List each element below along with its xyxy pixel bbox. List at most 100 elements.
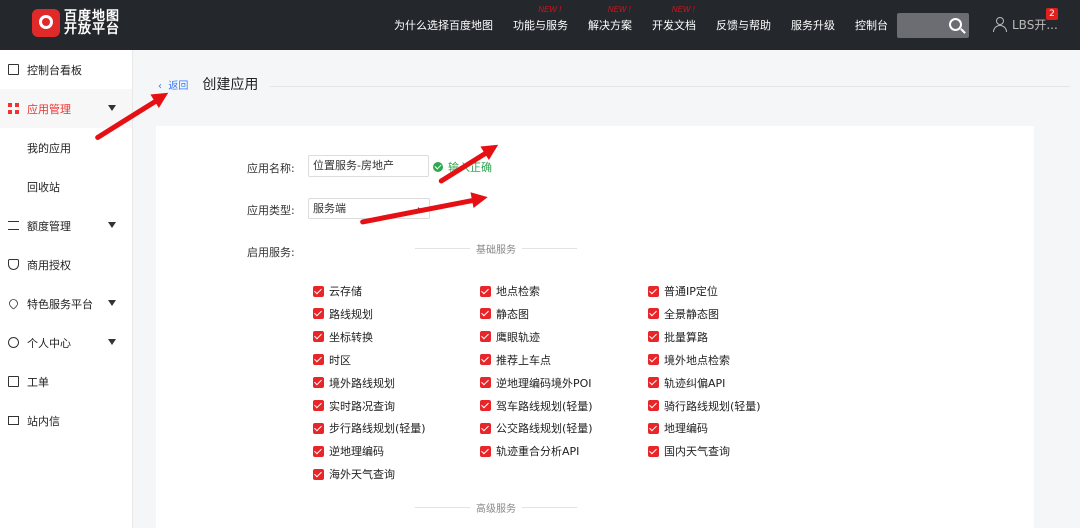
- sidebar: 控制台看板 应用管理 我的应用 回收站 额度管理 商用授权 特色服务平台 个人中…: [0, 50, 133, 528]
- service-checkbox[interactable]: 时区: [313, 352, 351, 368]
- service-label: 轨迹纠偏API: [664, 376, 726, 390]
- checkbox-checked-icon[interactable]: [480, 331, 491, 343]
- caret-down-icon: [108, 300, 116, 306]
- service-checkbox[interactable]: 轨迹重合分析API: [480, 443, 579, 459]
- sidebar-item-commercial-auth[interactable]: 商用授权: [0, 245, 132, 284]
- ticket-icon: [8, 376, 19, 387]
- service-checkbox[interactable]: 地理编码: [648, 420, 708, 436]
- sidebar-item-dashboard[interactable]: 控制台看板: [0, 50, 132, 89]
- checkbox-checked-icon[interactable]: [648, 331, 659, 343]
- service-checkbox[interactable]: 逆地理编码境外POI: [480, 375, 592, 391]
- checkbox-checked-icon[interactable]: [313, 400, 324, 411]
- checkbox-checked-icon[interactable]: [313, 377, 324, 389]
- service-label: 时区: [329, 353, 351, 367]
- caret-down-icon: [108, 339, 116, 345]
- service-checkbox[interactable]: 地点检索: [480, 283, 540, 299]
- sidebar-item-my-apps[interactable]: 我的应用: [0, 128, 132, 167]
- nav-solutions[interactable]: NEW ! 解决方案: [588, 5, 632, 33]
- checkbox-checked-icon[interactable]: [648, 377, 659, 389]
- app-type-select[interactable]: 服务端: [308, 198, 430, 219]
- checkbox-checked-icon[interactable]: [648, 354, 659, 366]
- sidebar-item-special-services[interactable]: 特色服务平台: [0, 284, 132, 323]
- nav-docs[interactable]: NEW ! 开发文档: [652, 5, 696, 33]
- service-checkbox[interactable]: 全景静态图: [648, 306, 719, 322]
- service-label: 地点检索: [496, 285, 540, 298]
- nav-feedback[interactable]: 反馈与帮助: [716, 17, 771, 33]
- service-checkbox[interactable]: 批量算路: [648, 329, 708, 345]
- mail-icon: [8, 416, 19, 425]
- service-label: 海外天气查询: [329, 468, 395, 482]
- service-label: 国内天气查询: [664, 445, 730, 459]
- service-checkbox[interactable]: 公交路线规划(轻量): [480, 420, 593, 436]
- checkbox-checked-icon[interactable]: [648, 445, 659, 457]
- search-input[interactable]: [897, 13, 969, 38]
- checkbox-checked-icon[interactable]: [313, 445, 324, 457]
- checkbox-checked-icon[interactable]: [313, 354, 324, 366]
- checkbox-checked-icon[interactable]: [313, 308, 324, 320]
- service-checkbox[interactable]: 静态图: [480, 306, 529, 322]
- checkbox-checked-icon[interactable]: [313, 331, 324, 343]
- service-checkbox[interactable]: 逆地理编码: [313, 443, 384, 459]
- sidebar-item-recycle-bin[interactable]: 回收站: [0, 167, 132, 206]
- message-count-badge[interactable]: 2: [1046, 8, 1058, 20]
- checkbox-checked-icon[interactable]: [313, 285, 324, 297]
- checkbox-checked-icon[interactable]: [480, 285, 491, 297]
- user-circle-icon: [8, 337, 19, 348]
- sidebar-item-quota[interactable]: 额度管理: [0, 206, 132, 245]
- service-label: 骑行路线规划(轻量): [664, 399, 761, 413]
- service-label: 境外地点检索: [664, 353, 730, 367]
- checkbox-checked-icon[interactable]: [648, 308, 659, 320]
- search-icon[interactable]: [949, 18, 962, 31]
- sidebar-item-inbox[interactable]: 站内信: [0, 401, 132, 440]
- service-label: 全景静态图: [664, 307, 719, 321]
- heart-icon: [7, 297, 20, 310]
- checkbox-checked-icon[interactable]: [480, 308, 491, 320]
- baidu-map-logo[interactable]: 百度地图 开放平台: [32, 9, 120, 37]
- app-name-input[interactable]: 位置服务-房地产: [308, 155, 429, 177]
- service-checkbox[interactable]: 坐标转换: [313, 329, 373, 345]
- service-checkbox[interactable]: 海外天气查询: [313, 466, 395, 482]
- service-label: 轨迹重合分析API: [496, 445, 580, 459]
- service-checkbox[interactable]: 实时路况查询: [313, 398, 395, 414]
- nav-upgrade[interactable]: 服务升级: [791, 17, 835, 33]
- checkbox-checked-icon[interactable]: [648, 285, 659, 297]
- service-label: 逆地理编码境外POI: [496, 376, 592, 390]
- service-checkbox[interactable]: 国内天气查询: [648, 443, 730, 459]
- sidebar-item-personal-center[interactable]: 个人中心: [0, 323, 132, 362]
- service-checkbox[interactable]: 云存储: [313, 283, 362, 299]
- nav-console[interactable]: 控制台: [855, 17, 888, 33]
- service-checkbox[interactable]: 境外地点检索: [648, 352, 730, 368]
- sidebar-item-tickets[interactable]: 工单: [0, 362, 132, 401]
- nav-why-baidu[interactable]: 为什么选择百度地图: [394, 17, 493, 33]
- new-badge: NEW !: [538, 5, 562, 14]
- check-circle-icon: [433, 162, 443, 172]
- new-badge: NEW !: [671, 5, 695, 14]
- checkbox-checked-icon[interactable]: [480, 400, 491, 411]
- service-checkbox[interactable]: 境外路线规划: [313, 375, 395, 391]
- service-checkbox[interactable]: 步行路线规划(轻量): [313, 420, 426, 436]
- title-divider: [270, 86, 1070, 87]
- service-checkbox[interactable]: 轨迹纠偏API: [648, 375, 725, 391]
- checkbox-checked-icon[interactable]: [480, 354, 491, 366]
- logo-line-2: 开放平台: [64, 22, 121, 37]
- service-label: 公交路线规划(轻量): [496, 422, 593, 436]
- shield-icon: [8, 259, 19, 270]
- main-nav: 为什么选择百度地图 NEW ! 功能与服务 NEW ! 解决方案 NEW ! 开发文档…: [394, 0, 908, 50]
- checkbox-checked-icon[interactable]: [480, 422, 491, 434]
- service-checkbox[interactable]: 推荐上车点: [480, 352, 551, 368]
- service-checkbox[interactable]: 驾车路线规划(轻量): [480, 398, 593, 414]
- checkbox-checked-icon[interactable]: [313, 422, 324, 434]
- service-checkbox[interactable]: 鹰眼轨迹: [480, 329, 540, 345]
- checkbox-checked-icon[interactable]: [648, 400, 659, 411]
- service-checkbox[interactable]: 普通IP定位: [648, 283, 718, 299]
- checkbox-checked-icon[interactable]: [648, 422, 659, 434]
- advanced-services-heading: 高级服务: [415, 500, 577, 515]
- service-checkbox[interactable]: 骑行路线规划(轻量): [648, 398, 761, 414]
- checkbox-checked-icon[interactable]: [480, 377, 491, 389]
- service-checkbox[interactable]: 路线规划: [313, 306, 373, 322]
- caret-down-icon: [108, 105, 116, 111]
- nav-features[interactable]: NEW ! 功能与服务: [513, 5, 568, 33]
- checkbox-checked-icon[interactable]: [313, 468, 324, 480]
- checkbox-checked-icon[interactable]: [480, 445, 491, 457]
- sidebar-item-app-management[interactable]: 应用管理: [0, 89, 132, 128]
